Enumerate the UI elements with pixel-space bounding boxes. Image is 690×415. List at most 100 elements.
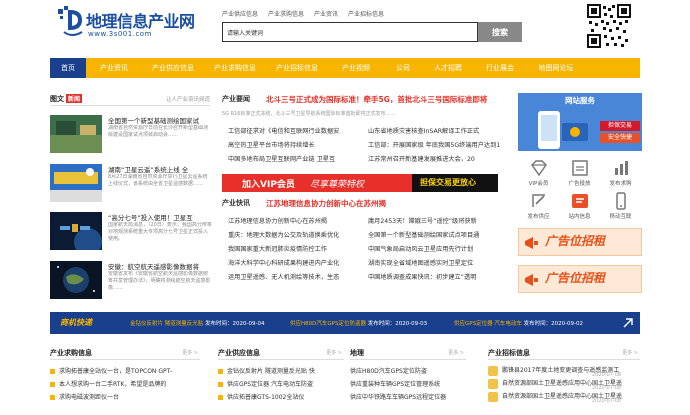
service-shop[interactable]: 站内信息 [559,191,600,221]
list-item[interactable]: 供应GPS定位器 汽车电动车防盗 [218,378,344,391]
news-link[interactable]: 江苏常州召开新基建发展推进大会，20 [368,154,475,163]
news-link[interactable]: 全国第一个新型基础测绘国家试点项目通 [368,230,479,239]
search-button[interactable]: 搜索 [478,22,522,42]
service-publish[interactable]: 发布求购 [600,158,641,188]
news-link[interactable]: 中国气象局启动风云卫星应用先行计划 [368,244,473,253]
photo-news-subtitle[interactable]: 让人产业资讯频道 [166,95,210,103]
news-link[interactable]: 运用卫星遥感、无人机测绘等技术，生态 [228,272,339,281]
ticker-item[interactable]: 金钻仪反射片 隧道测量反光贴 发布时间：2020-09-04 [130,319,264,327]
list-item[interactable]: 求购拓普康全站仪一台，是TOPCON GPT- [50,365,200,378]
search-tab-supply[interactable]: 产业供应信息 [222,9,258,18]
list-item-text: 金钻仪反射片 隧道测量反光贴 快 [227,368,315,375]
nav-news[interactable]: 产业资讯 [86,58,142,78]
news-link[interactable]: 海洋大科学中心科研成果构建进内产业化 [228,258,339,267]
news-link[interactable]: 重庆：地理大数据为公交及轨道换乘优化 [228,230,339,239]
more-link[interactable]: 更多 > [326,349,342,356]
photo-news-item[interactable]: 湖南“卫星云遥”系统上线 全 8月27日湖南省自然资源厅举行卫星云遥系统上线仪式… [50,164,212,204]
news-link[interactable]: 湖南实现全省域地图遥感实时卫星定位 [368,258,473,267]
photo-news-item[interactable]: “高分七号”投入使用！卫星互 国家航天局消息，（20日）表示，我国高分辨率对地观… [50,212,212,252]
news-link[interactable]: 中国多地布局卫星互联网产业链 卫星互 [228,154,335,163]
ad-slot-text: 广告位招租 [545,271,606,285]
news-title[interactable]: 全国第一个新型基础测绘国家试 [108,115,199,125]
vip-join-text: 加入VIP会员 [242,180,295,190]
expand-icon[interactable] [622,317,634,329]
document-icon [488,392,498,402]
industry-flash-header: 产业快讯 江苏地理信息协力创新中心在苏州揭 [222,198,512,211]
nav-video[interactable]: 产业视频 [328,58,384,78]
search-tab-news[interactable]: 产业资讯 [314,9,338,18]
ticker-item[interactable]: 供应GPS定位器 汽车电动车 发布时间：2020-09-02 [454,319,583,327]
news-title[interactable]: 湖南“卫星云遥”系统上线 全 [108,164,188,174]
list-item[interactable]: 金钻仪反射片 隧道测量反光贴 快 [218,365,344,378]
news-link[interactable]: 我国国家重大新冠肺炎疫情防控工作 [228,244,327,253]
more-link[interactable]: 更多 > [622,349,638,356]
nav-demand[interactable]: 产业求购信息 [204,58,266,78]
ad-slot-1[interactable]: 广告位招租 [518,228,642,256]
vip-privilege-text: 尽享尊荣特权 [310,180,365,190]
news-link[interactable]: 工信部征求对《电信和互联网行业数据安 [228,126,339,135]
news-link[interactable]: 高空热卫星平台市场将持续增长 [228,140,315,149]
list-item[interactable]: 供应中华铁路车车辆GPS远程定位器 [350,391,466,404]
search-tab-demand[interactable]: 产业求购信息 [268,9,304,18]
service-post-supply[interactable]: 发布供应 [518,191,559,221]
list-item-date: 2020-07-08 [592,398,622,404]
service-label: 广告投放 [568,181,591,187]
news-link[interactable]: 中国地质调查成果快讯：初步建立“透明 [368,272,476,281]
search-tab-tender[interactable]: 产业招标信息 [348,9,384,18]
ticker-item[interactable]: 供应H80D汽车GPS定位防盗器 发布时间：2020-09-03 [290,319,427,327]
list-item[interactable]: 自然资源部国土卫星遥感应用中心国土卫星遥 2020-07-08 [488,391,640,404]
more-link[interactable]: 更多 > [448,349,464,356]
supply-list: 金钻仪反射片 隧道测量反光贴 快 供应GPS定位器 汽车电动车防盗 供应拓普康G… [218,365,344,404]
ad-slot-2[interactable]: 广告位招租 [518,265,642,293]
document-icon [488,366,498,376]
news-title[interactable]: “高分七号”投入使用！卫星互 [108,212,193,222]
demand-list: 求购拓普康全站仪一台，是TOPCON GPT- 本人想求购一台二手RTK，希望是… [50,365,200,404]
bullet-icon [218,395,223,400]
bullet-icon [218,382,223,387]
ticker-item-time: 发布时间：2020-09-02 [523,321,584,327]
search-box [222,22,478,42]
photo-news-item[interactable]: 全国第一个新型基础测绘国家试 湖南省自然资源厅日前在长沙召开新型基础测绘建设国家… [50,115,212,155]
news-desc: 国家航天局消息，（20日）表示，我国高分辨率对地观测系统重大专项高分七号卫星正式… [108,222,212,242]
industry-flash-headline[interactable]: 江苏地理信息协力创新中心在苏州揭 [266,198,386,209]
list-item[interactable]: 供应H80D汽车GPS定位防盗 [350,365,466,378]
photo-news-item[interactable]: 安徽：航空航天遥感影像数据将 安徽省发布《安徽省航空航天遥感影像数据统筹共享管理… [50,261,212,301]
list-item[interactable]: 鹏锋县2017年度土地变更调查与遥感监测工 2020-07-08 [488,365,640,378]
news-link[interactable]: 庸月2453天！嫦娥三号“遥控”级将获新 [368,216,477,225]
list-item-text: 供应H80D汽车GPS定位防盗 [350,368,427,375]
news-desc: 安徽省发布《安徽省航空航天遥感影像数据统筹共享管理办法》，明确将测绘航空航天遥感… [108,271,211,291]
list-item[interactable]: 供应拓普康GTS-1002全站仪 [218,391,344,404]
nav-home[interactable]: 首页 [50,58,86,78]
search-input[interactable] [223,23,477,41]
list-item[interactable]: 自然资源部国土卫星遥感应用中心国土卫星遥 2020-07-08 [488,378,640,391]
supply-section-title: 产业供应信息 [218,349,260,357]
news-link[interactable]: 山东省地质灾害核查InSAR解译工作正式 [368,126,479,135]
ticker-item-title: 金钻仪反射片 隧道测量反光贴 [130,321,204,327]
news-link[interactable]: 工信部：开展国家级 年底我国5G终端用户达到1 [368,140,500,149]
site-services-banner[interactable]: 网站服务 担保交易 安全快捷 [518,93,642,151]
industry-news-label: 产业要闻 [222,95,250,103]
document-icon [488,379,498,389]
service-vip[interactable]: VIP会员 [518,158,559,188]
list-item[interactable]: 求购电磁波测距仪一台 [50,391,200,404]
industry-news-headline[interactable]: 北斗三号正式成为国际标准！牵手5G，首批北斗三号国际标准即将 [266,94,487,105]
list-item[interactable]: 供应重装种车辆GPS定位管理系统 [350,378,466,391]
ad-service-icon [572,160,588,176]
service-mobile[interactable]: 移动互联 [600,191,641,221]
nav-supply[interactable]: 产业供应信息 [142,58,204,78]
nav-company[interactable]: 公司 [384,58,422,78]
nav-tender[interactable]: 产业招标信息 [266,58,328,78]
ticker-label: 商机快递 [50,312,122,334]
list-item[interactable]: 本人想求购一台二手RTK，希望是品牌的 [50,378,200,391]
service-ads[interactable]: 广告投放 [559,158,600,188]
nav-expo[interactable]: 行业展会 [474,58,526,78]
news-title[interactable]: 安徽：航空航天遥感影像数据将 [108,261,199,271]
nav-jobs[interactable]: 人才招聘 [422,58,474,78]
more-link[interactable]: 更多 > [182,349,198,356]
ticker-item-time: 发布时间：2020-09-04 [205,321,265,327]
news-link[interactable]: 江苏地理信息协力创新中心在苏州揭 [228,216,327,225]
vip-banner[interactable]: 加入VIP会员 尽享尊荣特权 担保交易更放心 [222,174,498,192]
list-row: 运用卫星遥感、无人机测绘等技术，生态 中国地质调查成果快讯：初步建立“透明 [222,270,522,284]
nav-forum[interactable]: 地图网论坛 [526,58,586,78]
site-logo[interactable]: 地理信息产业网 www.3s001.com [58,6,195,44]
